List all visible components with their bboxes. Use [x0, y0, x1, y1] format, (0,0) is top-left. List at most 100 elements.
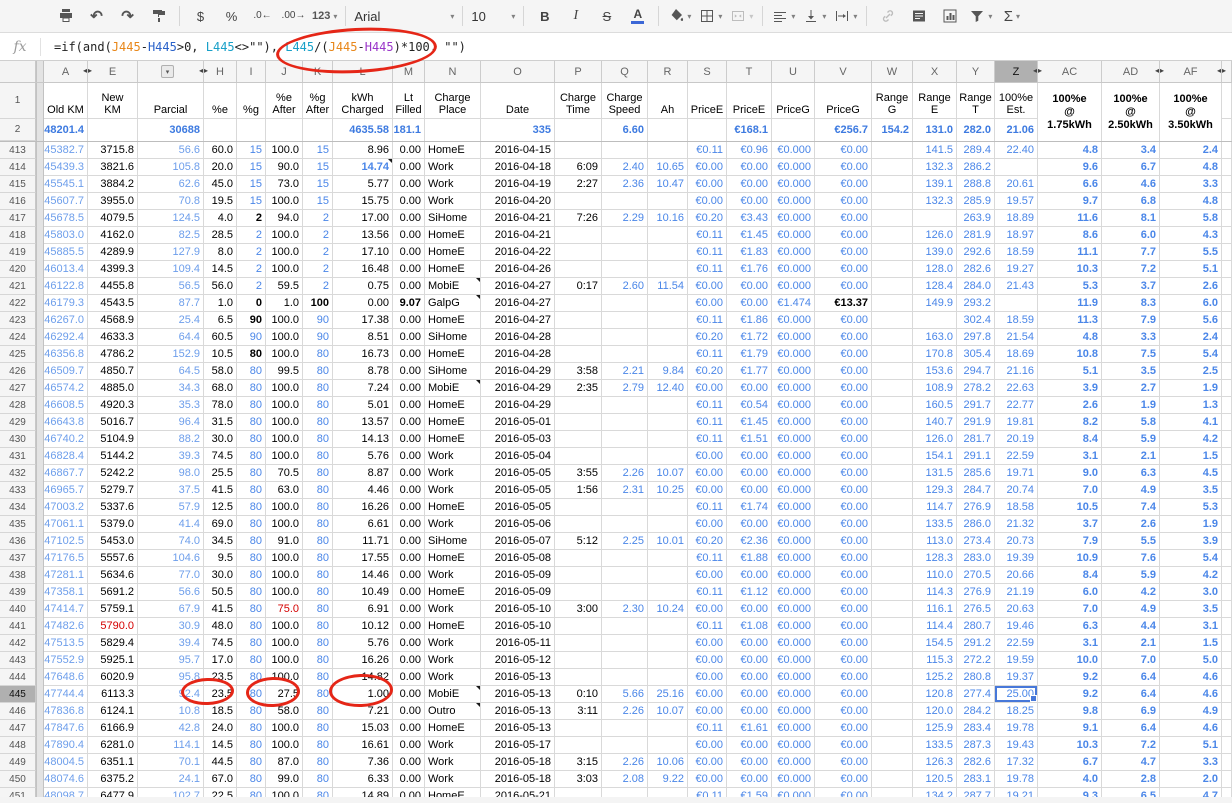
- cell-A441[interactable]: 47482.6: [44, 618, 88, 635]
- cell-Q439[interactable]: [602, 584, 648, 601]
- cell-AD415[interactable]: 4.6: [1102, 176, 1160, 193]
- cell-U418[interactable]: €0.000: [772, 227, 815, 244]
- cell-T416[interactable]: €0.00: [727, 193, 772, 210]
- row-header-420[interactable]: 420: [0, 261, 36, 278]
- cell-X2[interactable]: 131.0: [913, 119, 956, 141]
- cell-A417[interactable]: 45678.5: [44, 210, 88, 227]
- cell-F447[interactable]: 42.8: [138, 720, 204, 737]
- cell-E448[interactable]: 6281.0: [88, 737, 138, 754]
- cell-Z419[interactable]: 18.59: [995, 244, 1038, 261]
- cell-O419[interactable]: 2016-04-22: [481, 244, 555, 261]
- cell-P422[interactable]: [555, 295, 602, 312]
- cell-AC429[interactable]: 8.2: [1038, 414, 1102, 431]
- cell-N431[interactable]: Work: [425, 448, 481, 465]
- cell-E424[interactable]: 4633.3: [88, 329, 138, 346]
- cell-H434[interactable]: 12.5: [204, 499, 237, 516]
- cell-E441[interactable]: 5790.0: [88, 618, 138, 635]
- cell-M445[interactable]: 0.00: [393, 686, 425, 703]
- cell-P435[interactable]: [555, 516, 602, 533]
- cell-M418[interactable]: 0.00: [393, 227, 425, 244]
- cell-X443[interactable]: 115.3: [913, 652, 957, 669]
- cell-L418[interactable]: 13.56: [333, 227, 393, 244]
- cell-R1[interactable]: Ah: [648, 83, 687, 119]
- cell-O442[interactable]: 2016-05-11: [481, 635, 555, 652]
- cell-N417[interactable]: SiHome: [425, 210, 481, 227]
- cell-AF427[interactable]: 1.9: [1160, 380, 1222, 397]
- cell-W416[interactable]: [872, 193, 913, 210]
- cell-X1[interactable]: RangeE: [913, 83, 956, 119]
- cell-X419[interactable]: 139.0: [913, 244, 957, 261]
- cell-M444[interactable]: 0.00: [393, 669, 425, 686]
- cell-J436[interactable]: 91.0: [266, 533, 303, 550]
- cell-P436[interactable]: 5:12: [555, 533, 602, 550]
- cell-I417[interactable]: 2: [237, 210, 266, 227]
- cell-Y419[interactable]: 292.6: [957, 244, 995, 261]
- row-header-443[interactable]: 443: [0, 652, 36, 669]
- number-format-button[interactable]: 123▾: [309, 4, 340, 28]
- cell-X442[interactable]: 154.5: [913, 635, 957, 652]
- cell-F413[interactable]: 56.6: [138, 142, 204, 159]
- cell-L424[interactable]: 8.51: [333, 329, 393, 346]
- cell-W423[interactable]: [872, 312, 913, 329]
- cell-N423[interactable]: HomeE: [425, 312, 481, 329]
- cell-V446[interactable]: €0.00: [815, 703, 872, 720]
- cell-U437[interactable]: €0.000: [772, 550, 815, 567]
- cell-L423[interactable]: 17.38: [333, 312, 393, 329]
- cell-U415[interactable]: €0.000: [772, 176, 815, 193]
- cell-M2[interactable]: 181.1: [393, 119, 424, 141]
- cell-P428[interactable]: [555, 397, 602, 414]
- cell-V2[interactable]: €256.7: [815, 119, 871, 141]
- italic-button[interactable]: I: [560, 4, 591, 28]
- cell-Y424[interactable]: 297.8: [957, 329, 995, 346]
- cell-AC438[interactable]: 8.4: [1038, 567, 1102, 584]
- cell-S445[interactable]: €0.00: [688, 686, 727, 703]
- cell-T431[interactable]: €0.00: [727, 448, 772, 465]
- hidden-columns-left-icon[interactable]: ▸: [88, 67, 92, 75]
- cell-Z439[interactable]: 21.19: [995, 584, 1038, 601]
- cell-A437[interactable]: 47176.5: [44, 550, 88, 567]
- cell-Z416[interactable]: 19.57: [995, 193, 1038, 210]
- cell-AC427[interactable]: 3.9: [1038, 380, 1102, 397]
- cell-AD425[interactable]: 7.5: [1102, 346, 1160, 363]
- cell-M413[interactable]: 0.00: [393, 142, 425, 159]
- cell-U447[interactable]: €0.000: [772, 720, 815, 737]
- cell-E446[interactable]: 6124.1: [88, 703, 138, 720]
- cell-E434[interactable]: 5337.6: [88, 499, 138, 516]
- column-header-F[interactable]: ▾◂: [138, 61, 204, 82]
- cell-E431[interactable]: 5144.2: [88, 448, 138, 465]
- cell-AG435[interactable]: [1222, 516, 1232, 533]
- cell-Y422[interactable]: 293.2: [957, 295, 995, 312]
- hidden-columns-right-icon[interactable]: ◂: [199, 67, 203, 75]
- cell-H425[interactable]: 10.5: [204, 346, 237, 363]
- cell-AC433[interactable]: 7.0: [1038, 482, 1102, 499]
- cell-Y441[interactable]: 280.7: [957, 618, 995, 635]
- cell-O438[interactable]: 2016-05-09: [481, 567, 555, 584]
- cell-AC421[interactable]: 5.3: [1038, 278, 1102, 295]
- cell-R437[interactable]: [648, 550, 688, 567]
- cell-Q436[interactable]: 2.25: [602, 533, 648, 550]
- cell-J418[interactable]: 100.0: [266, 227, 303, 244]
- cell-AC422[interactable]: 11.9: [1038, 295, 1102, 312]
- cell-K437[interactable]: 80: [303, 550, 333, 567]
- cell-O443[interactable]: 2016-05-12: [481, 652, 555, 669]
- cell-AF425[interactable]: 5.4: [1160, 346, 1222, 363]
- cell-W435[interactable]: [872, 516, 913, 533]
- cell-Q425[interactable]: [602, 346, 648, 363]
- cell-N450[interactable]: Work: [425, 771, 481, 788]
- cell-X428[interactable]: 160.5: [913, 397, 957, 414]
- cell-F450[interactable]: 24.1: [138, 771, 204, 788]
- cell-AC416[interactable]: 9.7: [1038, 193, 1102, 210]
- cell-AG439[interactable]: [1222, 584, 1232, 601]
- column-header-T[interactable]: T: [727, 61, 772, 82]
- cell-M446[interactable]: 0.00: [393, 703, 425, 720]
- cell-Z422[interactable]: [995, 295, 1038, 312]
- cell-K444[interactable]: 80: [303, 669, 333, 686]
- cell-AF447[interactable]: 4.6: [1160, 720, 1222, 737]
- cell-J426[interactable]: 99.5: [266, 363, 303, 380]
- cell-R441[interactable]: [648, 618, 688, 635]
- cell-Z450[interactable]: 19.78: [995, 771, 1038, 788]
- cell-A416[interactable]: 45607.7: [44, 193, 88, 210]
- cell-AG416[interactable]: [1222, 193, 1232, 210]
- cell-P420[interactable]: [555, 261, 602, 278]
- cell-AG425[interactable]: [1222, 346, 1232, 363]
